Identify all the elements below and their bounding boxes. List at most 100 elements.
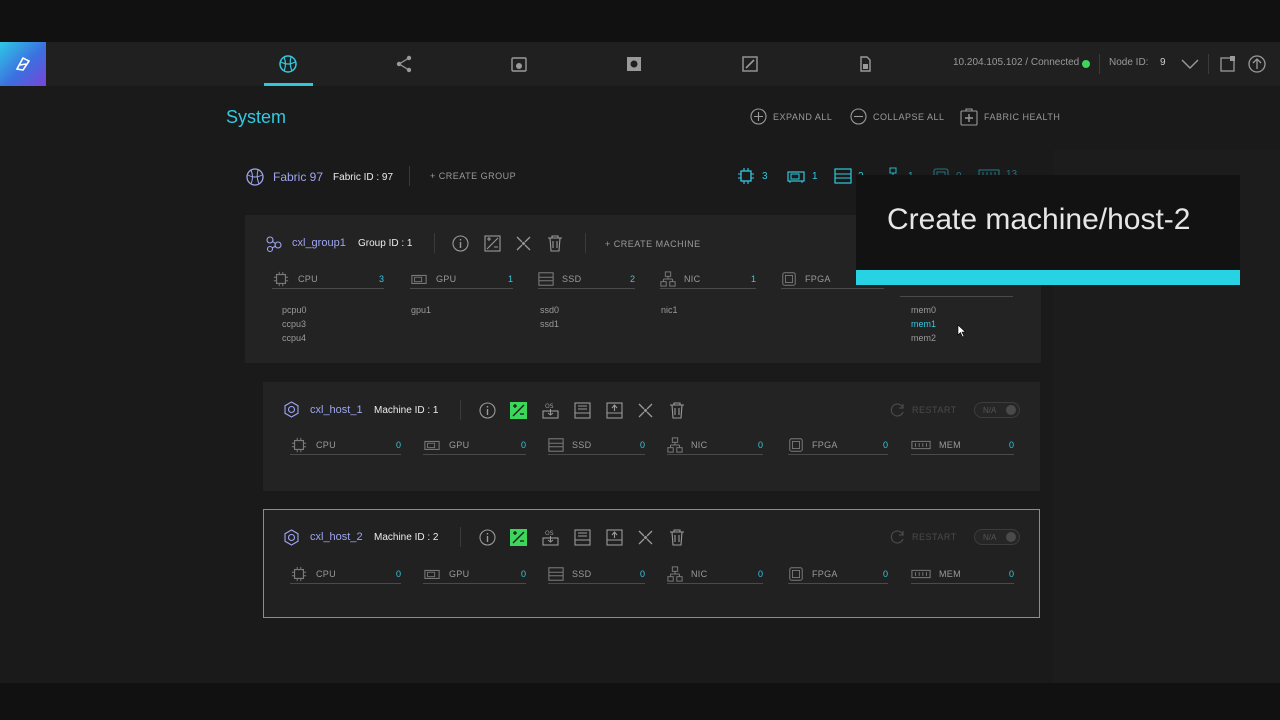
os-install-icon[interactable]: OS [541, 528, 559, 546]
compose-icon-active[interactable] [509, 528, 527, 546]
letterbox-top [0, 0, 1280, 42]
restart-icon [890, 530, 904, 544]
list-item[interactable]: ccpu3 [282, 317, 307, 331]
res-count: 0 [639, 568, 645, 579]
drive-icon[interactable] [573, 401, 591, 419]
compose-icon-active[interactable] [509, 401, 527, 419]
list-item[interactable]: pcpu0 [282, 303, 307, 317]
fpga-icon [789, 437, 803, 452]
host-res-gpu: GPU 0 [423, 435, 526, 455]
power-toggle[interactable]: N/A [974, 402, 1020, 418]
split-icon[interactable] [636, 401, 654, 419]
host-icon [284, 401, 299, 418]
fabric-name[interactable]: Fabric 97 [273, 170, 323, 184]
trash-icon[interactable] [668, 528, 686, 546]
res-count: 0 [757, 568, 763, 579]
summary-gpu-count: 1 [812, 170, 818, 182]
drive-eject-icon[interactable] [605, 401, 623, 419]
res-label: MEM [939, 439, 961, 450]
card-separator [585, 233, 586, 253]
list-item[interactable]: gpu1 [411, 303, 431, 317]
toggle-knob [1006, 405, 1016, 415]
list-item[interactable]: mem2 [911, 331, 936, 345]
create-group-button[interactable]: + CREATE GROUP [430, 171, 516, 181]
res-count: 0 [395, 439, 401, 450]
split-icon[interactable] [636, 528, 654, 546]
cpu-icon [273, 271, 289, 286]
connection-status: 10.204.105.102 / Connected [953, 57, 1080, 68]
page-title: System [226, 107, 287, 127]
res-label: SSD [562, 273, 582, 284]
list-item[interactable]: mem0 [911, 303, 936, 317]
gpu-icon [411, 274, 427, 284]
brand-logo[interactable] [0, 42, 46, 86]
ssd-icon [538, 271, 554, 286]
host-id: Machine ID : 1 [374, 405, 439, 416]
host-res-nic: NIC 0 [667, 435, 763, 455]
nav-document-icon[interactable] [853, 52, 877, 76]
os-install-icon[interactable]: OS [541, 401, 559, 419]
fpga-icon [789, 566, 803, 581]
expand-all-button[interactable]: EXPAND ALL [750, 108, 832, 125]
chevron-down-icon[interactable] [1178, 52, 1202, 76]
restart-button[interactable]: RESTART [890, 402, 957, 418]
trash-icon[interactable] [668, 401, 686, 419]
drive-icon[interactable] [573, 528, 591, 546]
split-icon[interactable] [514, 234, 532, 252]
create-machine-button[interactable]: + CREATE MACHINE [605, 239, 701, 249]
group-icon [266, 236, 282, 253]
window-icon[interactable] [1216, 52, 1240, 76]
power-toggle[interactable]: N/A [974, 529, 1020, 545]
nav-edit-icon[interactable] [738, 52, 762, 76]
node-id-value: 9 [1160, 57, 1166, 68]
fabric-row: Fabric 97 Fabric ID : 97 [245, 166, 393, 188]
host-name[interactable]: cxl_host_1 [310, 404, 363, 416]
list-item[interactable]: mem1 [911, 317, 936, 331]
nic-icon [667, 565, 683, 582]
group-cpu-list: pcpu0 ccpu3 ccpu4 [282, 303, 307, 345]
svg-text:OS: OS [545, 530, 554, 537]
minus-circle-icon [850, 108, 867, 125]
fabric-health-button[interactable]: FABRIC HEALTH [960, 108, 1060, 126]
host-res-mem: MEM 0 [911, 564, 1014, 584]
res-count: 0 [757, 439, 763, 450]
res-count: 0 [882, 568, 888, 579]
group-nic-list: nic1 [661, 303, 678, 317]
info-icon[interactable] [478, 401, 496, 419]
res-label: CPU [298, 273, 318, 284]
info-icon[interactable] [478, 528, 496, 546]
nav-separator [1208, 54, 1209, 74]
res-label: FPGA [805, 273, 831, 284]
restart-button[interactable]: RESTART [890, 529, 957, 545]
list-item[interactable]: ccpu4 [282, 331, 307, 345]
host-name[interactable]: cxl_host_2 [310, 531, 363, 543]
summary-cpu: 3 [736, 167, 768, 185]
nav-storage-icon[interactable] [507, 52, 531, 76]
nav-fabric-icon[interactable] [276, 52, 300, 76]
trash-icon[interactable] [546, 234, 564, 252]
restart-label: RESTART [912, 532, 957, 542]
collapse-all-button[interactable]: COLLAPSE ALL [850, 108, 945, 125]
drive-eject-icon[interactable] [605, 528, 623, 546]
mouse-cursor-icon [957, 324, 967, 338]
res-label: CPU [316, 568, 336, 579]
caption-title: Create machine/host-2 [887, 203, 1191, 236]
host-res-cpu: CPU 0 [290, 435, 401, 455]
group-id: Group ID : 1 [358, 238, 413, 249]
list-item[interactable]: ssd1 [540, 317, 559, 331]
group-gpu-list: gpu1 [411, 303, 431, 317]
host-res-nic: NIC 0 [667, 564, 763, 584]
toggle-knob [1006, 532, 1016, 542]
compose-icon[interactable] [483, 234, 501, 252]
nic-icon [667, 436, 683, 453]
nav-settings-icon[interactable] [622, 52, 646, 76]
list-item[interactable]: ssd0 [540, 303, 559, 317]
plus-circle-icon [750, 108, 767, 125]
group-name[interactable]: cxl_group1 [292, 237, 346, 249]
info-icon[interactable] [451, 234, 469, 252]
fabric-id: Fabric ID : 97 [333, 171, 394, 183]
upload-icon[interactable] [1245, 52, 1269, 76]
list-item[interactable]: nic1 [661, 303, 678, 317]
host-card-2[interactable]: cxl_host_2 Machine ID : 2 OS RESTART N/A… [263, 509, 1040, 618]
nav-share-icon[interactable] [392, 52, 416, 76]
